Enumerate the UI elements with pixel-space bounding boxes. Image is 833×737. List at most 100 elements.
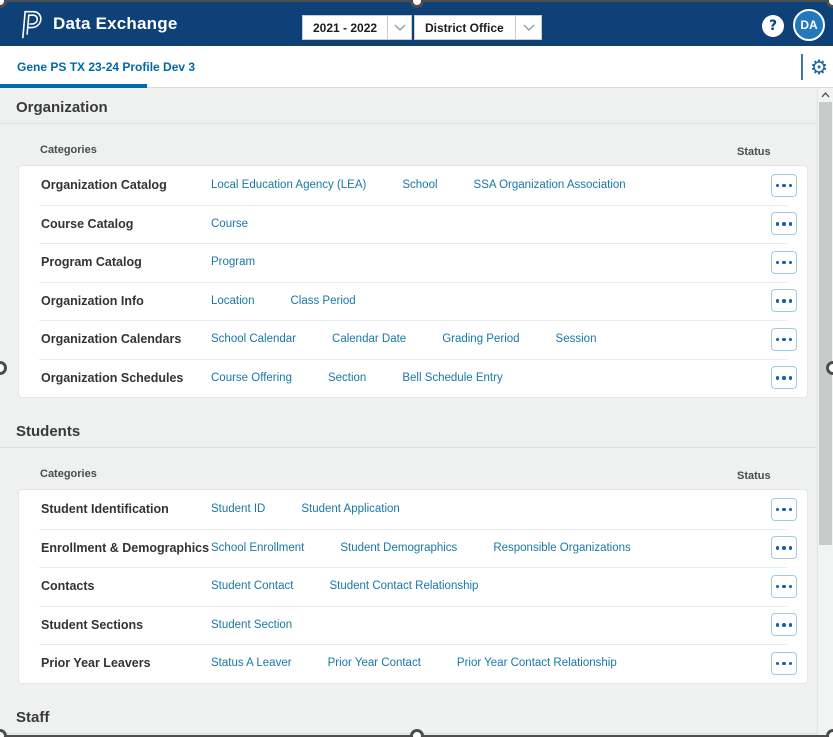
context-dropdown[interactable]: District Office — [414, 15, 542, 40]
ellipsis-icon — [776, 376, 780, 380]
resource-link[interactable]: Student Demographics — [340, 542, 457, 554]
app-header: Data Exchange 2021 - 2022 District Offic… — [0, 2, 833, 46]
resource-link[interactable]: Bell Schedule Entry — [402, 372, 502, 384]
resource-link[interactable]: Class Period — [290, 295, 355, 307]
resource-link[interactable]: Prior Year Contact Relationship — [457, 657, 617, 669]
resource-link[interactable]: Local Education Agency (LEA) — [211, 179, 366, 191]
scrollbar-thumb[interactable] — [819, 102, 832, 545]
resource-link[interactable]: Calendar Date — [332, 333, 406, 345]
crop-handle-bottom-center[interactable] — [410, 729, 424, 737]
row-actions-button[interactable] — [771, 536, 797, 559]
links: Student Contact Student Contact Relation… — [211, 580, 771, 592]
links: Local Education Agency (LEA) School SSA … — [211, 179, 771, 191]
ellipsis-icon — [776, 546, 780, 550]
status-column-label: Status — [737, 470, 771, 482]
resource-link[interactable]: Section — [328, 372, 366, 384]
row-actions-button[interactable] — [771, 613, 797, 636]
resource-link[interactable]: Course — [211, 218, 248, 230]
row-actions-button[interactable] — [771, 212, 797, 235]
category-row: Organization Calendars School Calendar C… — [19, 320, 807, 359]
resource-link[interactable]: Program — [211, 256, 255, 268]
resource-link[interactable]: School — [402, 179, 437, 191]
resource-link[interactable]: Student ID — [211, 503, 265, 515]
category-row: Program Catalog Program — [19, 243, 807, 282]
row-actions-button[interactable] — [771, 575, 797, 598]
vertical-separator — [801, 54, 803, 80]
year-dropdown-value: 2021 - 2022 — [303, 21, 387, 35]
resource-link[interactable]: Course Offering — [211, 372, 292, 384]
ellipsis-icon — [776, 261, 780, 265]
row-actions-button[interactable] — [771, 328, 797, 351]
resource-link[interactable]: SSA Organization Association — [474, 179, 626, 191]
crop-handle-middle-right[interactable] — [826, 361, 833, 375]
resource-link[interactable]: Grading Period — [442, 333, 519, 345]
row-actions-button[interactable] — [771, 366, 797, 389]
app-title: Data Exchange — [53, 14, 177, 34]
row-actions-button[interactable] — [771, 498, 797, 521]
tab-bar: Gene PS TX 23-24 Profile Dev 3 ⚙ — [0, 46, 833, 88]
resource-link[interactable]: Responsible Organizations — [493, 542, 630, 554]
gear-icon[interactable]: ⚙ — [810, 57, 828, 77]
ellipsis-icon — [776, 508, 780, 512]
row-actions-button[interactable] — [771, 174, 797, 197]
category-row: Organization Schedules Course Offering S… — [19, 359, 807, 398]
row-actions-button[interactable] — [771, 652, 797, 675]
links: Course Offering Section Bell Schedule En… — [211, 372, 771, 384]
ellipsis-icon — [776, 585, 780, 589]
resource-link[interactable]: Student Contact — [211, 580, 293, 592]
links: Status A Leaver Prior Year Contact Prior… — [211, 657, 771, 669]
resource-link[interactable]: Location — [211, 295, 254, 307]
category-name: Organization Catalog — [41, 178, 211, 192]
category-name: Course Catalog — [41, 217, 211, 231]
links: School Calendar Calendar Date Grading Pe… — [211, 333, 771, 345]
category-name: Organization Info — [41, 294, 211, 308]
links: School Enrollment Student Demographics R… — [211, 542, 771, 554]
category-name: Organization Schedules — [41, 371, 211, 385]
chevron-down-icon — [387, 16, 411, 39]
active-tab-underline — [0, 84, 147, 88]
resource-link[interactable]: School Calendar — [211, 333, 296, 345]
category-row: Contacts Student Contact Student Contact… — [19, 567, 807, 606]
category-row: Student Sections Student Section — [19, 606, 807, 645]
section: Students Categories Status Student Ident… — [0, 412, 833, 684]
categories-column-label: Categories — [40, 468, 97, 480]
ellipsis-icon — [776, 299, 780, 303]
help-icon[interactable]: ? — [762, 15, 784, 37]
content: Organization Categories Status Organizat… — [0, 88, 833, 737]
scroll-up-arrow-icon[interactable] — [818, 88, 833, 102]
section-title: Organization — [0, 88, 833, 124]
categories-column-label: Categories — [40, 144, 97, 156]
resource-link[interactable]: Prior Year Contact — [328, 657, 421, 669]
crop-handle-bottom-right[interactable] — [826, 729, 833, 737]
category-row: Student Identification Student ID Studen… — [19, 490, 807, 529]
year-dropdown[interactable]: 2021 - 2022 — [302, 15, 412, 40]
section-title: Students — [0, 412, 833, 448]
category-row: Organization Catalog Local Education Age… — [19, 166, 807, 205]
powerschool-logo — [20, 9, 44, 39]
resource-link[interactable]: Student Application — [301, 503, 399, 515]
row-actions-button[interactable] — [771, 289, 797, 312]
category-name: Student Identification — [41, 502, 211, 516]
links: Course — [211, 218, 771, 230]
category-name: Organization Calendars — [41, 332, 211, 346]
category-name: Contacts — [41, 579, 211, 593]
category-row: Enrollment & Demographics School Enrollm… — [19, 529, 807, 568]
vertical-scrollbar[interactable] — [817, 88, 833, 737]
columns-header: Categories Status — [0, 448, 833, 489]
links: Program — [211, 256, 771, 268]
resource-link[interactable]: Student Contact Relationship — [329, 580, 478, 592]
status-column-label: Status — [737, 146, 771, 158]
avatar[interactable]: DA — [793, 9, 825, 41]
category-row: Prior Year Leavers Status A Leaver Prior… — [19, 644, 807, 683]
category-row: Course Catalog Course — [19, 205, 807, 244]
resource-link[interactable]: Session — [556, 333, 597, 345]
row-actions-button[interactable] — [771, 251, 797, 274]
resource-link[interactable]: Student Section — [211, 619, 292, 631]
category-name: Enrollment & Demographics — [41, 541, 211, 555]
category-card: Organization Catalog Local Education Age… — [18, 165, 808, 398]
tab-profile[interactable]: Gene PS TX 23-24 Profile Dev 3 — [17, 46, 195, 87]
columns-header: Categories Status — [0, 124, 833, 165]
links: Student Section — [211, 619, 771, 631]
resource-link[interactable]: School Enrollment — [211, 542, 304, 554]
resource-link[interactable]: Status A Leaver — [211, 657, 292, 669]
